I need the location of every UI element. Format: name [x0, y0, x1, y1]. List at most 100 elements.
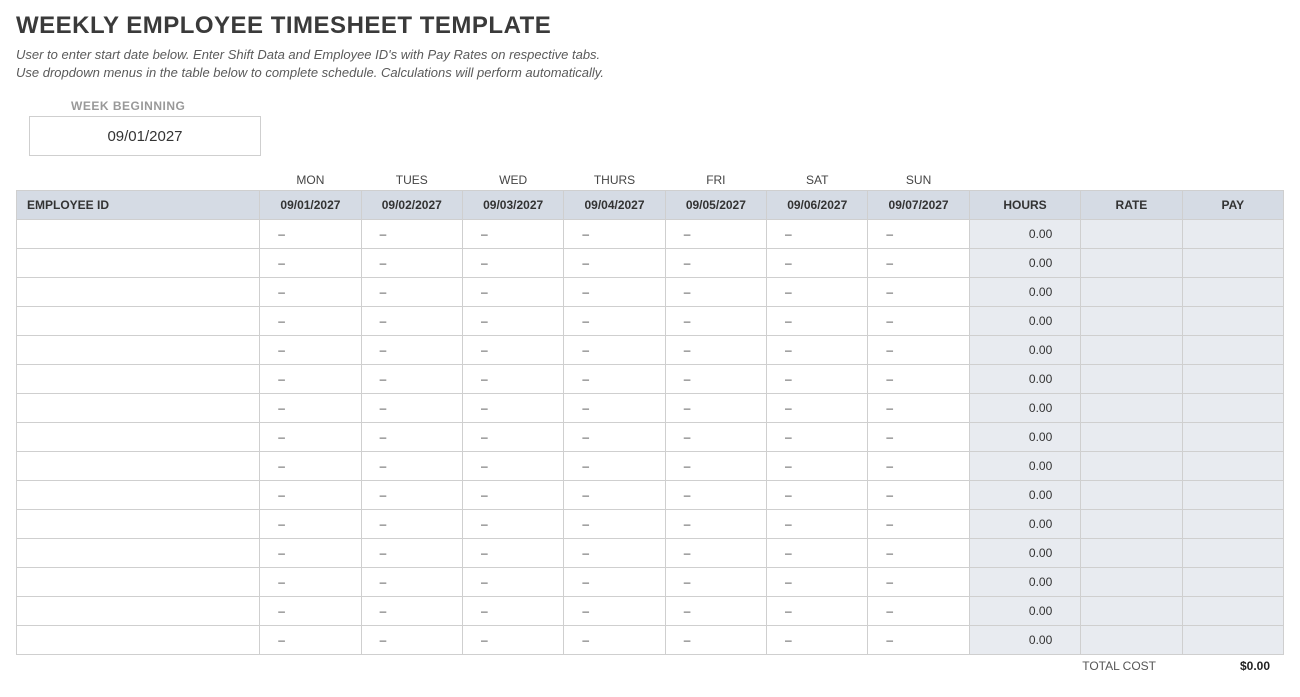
shift-cell[interactable]: –: [361, 220, 462, 249]
employee-id-cell[interactable]: [17, 452, 260, 481]
shift-cell[interactable]: –: [767, 336, 868, 365]
shift-cell[interactable]: –: [665, 423, 766, 452]
shift-cell[interactable]: –: [361, 423, 462, 452]
shift-cell[interactable]: –: [462, 249, 563, 278]
shift-cell[interactable]: –: [665, 568, 766, 597]
shift-cell[interactable]: –: [868, 568, 969, 597]
shift-cell[interactable]: –: [462, 597, 563, 626]
shift-cell[interactable]: –: [665, 249, 766, 278]
shift-cell[interactable]: –: [361, 452, 462, 481]
shift-cell[interactable]: –: [665, 365, 766, 394]
shift-cell[interactable]: –: [361, 597, 462, 626]
shift-cell[interactable]: –: [260, 423, 361, 452]
employee-id-cell[interactable]: [17, 423, 260, 452]
employee-id-cell[interactable]: [17, 249, 260, 278]
shift-cell[interactable]: –: [260, 307, 361, 336]
shift-cell[interactable]: –: [564, 220, 665, 249]
week-beginning-input[interactable]: 09/01/2027: [29, 116, 261, 156]
shift-cell[interactable]: –: [462, 278, 563, 307]
shift-cell[interactable]: –: [868, 249, 969, 278]
shift-cell[interactable]: –: [462, 365, 563, 394]
shift-cell[interactable]: –: [564, 336, 665, 365]
shift-cell[interactable]: –: [361, 510, 462, 539]
shift-cell[interactable]: –: [260, 481, 361, 510]
shift-cell[interactable]: –: [462, 568, 563, 597]
shift-cell[interactable]: –: [260, 394, 361, 423]
shift-cell[interactable]: –: [260, 249, 361, 278]
shift-cell[interactable]: –: [868, 423, 969, 452]
shift-cell[interactable]: –: [260, 510, 361, 539]
shift-cell[interactable]: –: [361, 539, 462, 568]
shift-cell[interactable]: –: [868, 452, 969, 481]
shift-cell[interactable]: –: [767, 626, 868, 655]
shift-cell[interactable]: –: [564, 394, 665, 423]
shift-cell[interactable]: –: [462, 510, 563, 539]
shift-cell[interactable]: –: [361, 394, 462, 423]
shift-cell[interactable]: –: [665, 452, 766, 481]
employee-id-cell[interactable]: [17, 597, 260, 626]
shift-cell[interactable]: –: [665, 394, 766, 423]
shift-cell[interactable]: –: [767, 510, 868, 539]
shift-cell[interactable]: –: [564, 481, 665, 510]
shift-cell[interactable]: –: [361, 307, 462, 336]
shift-cell[interactable]: –: [564, 568, 665, 597]
shift-cell[interactable]: –: [665, 278, 766, 307]
shift-cell[interactable]: –: [665, 626, 766, 655]
shift-cell[interactable]: –: [361, 249, 462, 278]
shift-cell[interactable]: –: [462, 452, 563, 481]
employee-id-cell[interactable]: [17, 394, 260, 423]
shift-cell[interactable]: –: [665, 336, 766, 365]
shift-cell[interactable]: –: [564, 365, 665, 394]
shift-cell[interactable]: –: [564, 307, 665, 336]
shift-cell[interactable]: –: [868, 481, 969, 510]
shift-cell[interactable]: –: [564, 423, 665, 452]
shift-cell[interactable]: –: [767, 539, 868, 568]
shift-cell[interactable]: –: [564, 452, 665, 481]
shift-cell[interactable]: –: [868, 510, 969, 539]
employee-id-cell[interactable]: [17, 539, 260, 568]
shift-cell[interactable]: –: [767, 452, 868, 481]
shift-cell[interactable]: –: [260, 452, 361, 481]
shift-cell[interactable]: –: [767, 481, 868, 510]
shift-cell[interactable]: –: [361, 626, 462, 655]
shift-cell[interactable]: –: [260, 597, 361, 626]
shift-cell[interactable]: –: [564, 626, 665, 655]
shift-cell[interactable]: –: [767, 597, 868, 626]
shift-cell[interactable]: –: [260, 626, 361, 655]
shift-cell[interactable]: –: [260, 336, 361, 365]
shift-cell[interactable]: –: [564, 539, 665, 568]
shift-cell[interactable]: –: [564, 278, 665, 307]
shift-cell[interactable]: –: [462, 336, 563, 365]
shift-cell[interactable]: –: [462, 626, 563, 655]
shift-cell[interactable]: –: [868, 336, 969, 365]
shift-cell[interactable]: –: [564, 510, 665, 539]
employee-id-cell[interactable]: [17, 278, 260, 307]
shift-cell[interactable]: –: [462, 423, 563, 452]
shift-cell[interactable]: –: [665, 220, 766, 249]
shift-cell[interactable]: –: [260, 539, 361, 568]
shift-cell[interactable]: –: [462, 539, 563, 568]
shift-cell[interactable]: –: [868, 220, 969, 249]
shift-cell[interactable]: –: [260, 278, 361, 307]
shift-cell[interactable]: –: [665, 307, 766, 336]
employee-id-cell[interactable]: [17, 336, 260, 365]
employee-id-cell[interactable]: [17, 510, 260, 539]
shift-cell[interactable]: –: [767, 365, 868, 394]
shift-cell[interactable]: –: [868, 626, 969, 655]
shift-cell[interactable]: –: [260, 220, 361, 249]
shift-cell[interactable]: –: [361, 336, 462, 365]
shift-cell[interactable]: –: [868, 278, 969, 307]
shift-cell[interactable]: –: [767, 220, 868, 249]
shift-cell[interactable]: –: [665, 539, 766, 568]
shift-cell[interactable]: –: [665, 597, 766, 626]
shift-cell[interactable]: –: [260, 568, 361, 597]
employee-id-cell[interactable]: [17, 481, 260, 510]
shift-cell[interactable]: –: [462, 394, 563, 423]
shift-cell[interactable]: –: [868, 597, 969, 626]
shift-cell[interactable]: –: [665, 481, 766, 510]
shift-cell[interactable]: –: [361, 481, 462, 510]
employee-id-cell[interactable]: [17, 220, 260, 249]
shift-cell[interactable]: –: [767, 394, 868, 423]
shift-cell[interactable]: –: [361, 568, 462, 597]
shift-cell[interactable]: –: [868, 365, 969, 394]
